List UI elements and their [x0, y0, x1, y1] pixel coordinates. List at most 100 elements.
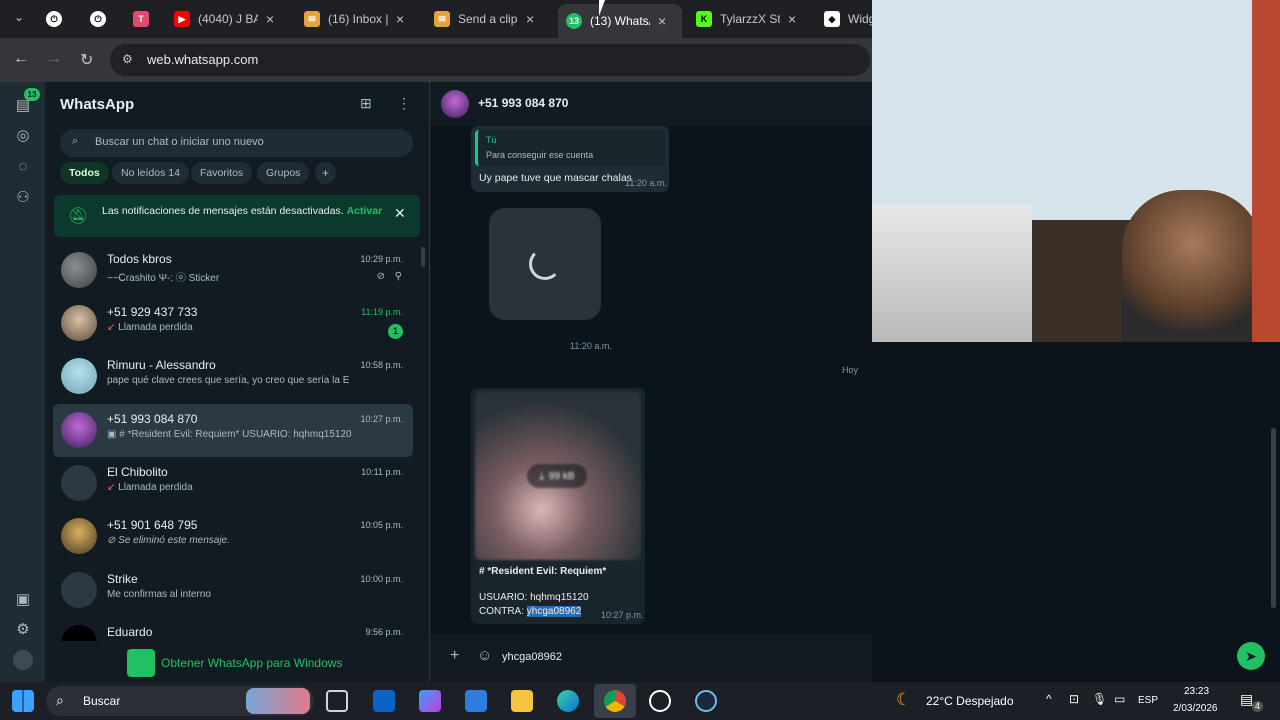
settings-icon[interactable]: ⚙	[13, 620, 33, 640]
chat-row[interactable]: +51 901 648 795 ⊘ Se eliminó este mensaj…	[53, 510, 413, 563]
close-icon[interactable]: ×	[266, 11, 274, 27]
channels-icon[interactable]: ◌	[13, 158, 33, 178]
windows-start-icon[interactable]	[12, 690, 34, 712]
close-icon[interactable]: ×	[658, 13, 666, 29]
store-icon[interactable]	[465, 690, 487, 712]
whatsapp-app: ▤ 13 ◎ ◌ ⚇ ▣ ⚙ WhatsApp ⊞ ⋮ ⌕ Buscar un …	[0, 82, 872, 682]
back-icon[interactable]: ←	[13, 50, 29, 68]
menu-icon[interactable]: ⋮	[397, 95, 411, 112]
microphone-icon[interactable]: 🎙︎	[1092, 692, 1107, 706]
tray-icon[interactable]: ⊡	[1069, 692, 1079, 706]
tab-send-clip[interactable]: ✉ Send a clip t ×	[434, 4, 554, 34]
avatar	[61, 465, 97, 501]
clock-time[interactable]: 23:23	[1184, 686, 1209, 697]
chevron-up-icon[interactable]: ^	[1046, 692, 1052, 706]
new-chat-icon[interactable]: ⊞	[360, 95, 372, 112]
task-view-icon[interactable]	[326, 690, 348, 712]
avatar	[61, 305, 97, 341]
clock-date[interactable]: 2/03/2026	[1173, 703, 1218, 714]
chat-row-selected[interactable]: +51 993 084 870 ▣ # *Resident Evil: Requ…	[53, 404, 413, 457]
chat-preview-text: Se eliminó este mensaje.	[118, 535, 230, 546]
gauge-app-icon[interactable]	[649, 690, 671, 712]
tab-widget[interactable]: ◆ Widg	[824, 4, 872, 34]
add-filter-button[interactable]: +	[315, 162, 337, 184]
activate-link[interactable]: Activar	[347, 205, 383, 217]
send-button[interactable]: ➤	[1237, 642, 1265, 670]
tab-whatsapp[interactable]: 13 (13) WhatsApp ×	[558, 4, 682, 38]
tab-youtube[interactable]: ▶ (4040) J BALVIN ×	[174, 4, 294, 34]
filter-favorites[interactable]: Favoritos	[191, 162, 253, 184]
status-icon[interactable]: ◎	[13, 126, 33, 146]
filter-all[interactable]: Todos	[60, 162, 109, 184]
attach-icon[interactable]: +	[450, 647, 459, 665]
chat-time: 9:56 p.m.	[365, 627, 403, 637]
message-time: 11:20 a.m.	[570, 341, 612, 351]
address-bar[interactable]: ⚙ web.whatsapp.com	[110, 44, 870, 76]
conversation-header[interactable]: +51 993 084 870	[431, 82, 872, 126]
tab-pinned-3[interactable]: T	[133, 4, 163, 34]
mail-icon: ✉	[434, 11, 450, 27]
quoted-message[interactable]: Tú Para conseguir ese cuenta	[475, 130, 665, 166]
chat-time: 10:00 p.m.	[360, 574, 403, 584]
chat-time: 10:27 p.m.	[360, 414, 403, 424]
download-button[interactable]: ⤓ 99 kB	[527, 464, 587, 488]
avatar	[441, 90, 469, 118]
chrome-taskbar-active[interactable]	[594, 684, 636, 718]
chat-row[interactable]: El Chibolito ↙ Llamada perdida 10:11 p.m…	[53, 457, 413, 510]
tab-inbox[interactable]: ✉ (16) Inbox | F ×	[304, 4, 424, 34]
close-icon[interactable]: ×	[526, 11, 534, 27]
message-bubble[interactable]: ⤓ 99 kB # *Resident Evil: Requiem* USUARI…	[471, 388, 645, 624]
loading-media[interactable]	[489, 208, 601, 320]
message-user: USUARIO: hqhmq15120	[479, 592, 589, 603]
reload-icon[interactable]: ↻	[80, 50, 93, 70]
pin-icon: ⚲	[394, 271, 402, 282]
tab-kick[interactable]: K TylarzzX Stre ×	[696, 4, 816, 34]
filter-unread[interactable]: No leídos 14	[112, 162, 189, 184]
tab-pinned-1[interactable]: ⏻	[46, 4, 66, 34]
avatar[interactable]	[13, 650, 33, 670]
pass-value-selected[interactable]: yhcga08962	[526, 606, 582, 617]
scrollbar[interactable]	[1271, 428, 1276, 608]
list-scrollbar[interactable]	[421, 247, 425, 267]
close-icon[interactable]: ✕	[394, 205, 406, 222]
search-input[interactable]: ⌕ Buscar un chat o iniciar uno nuevo	[60, 129, 413, 157]
get-app-label: Obtener WhatsApp para Windows	[161, 656, 343, 670]
tab-pinned-2[interactable]: ⏻	[90, 4, 110, 34]
communities-icon[interactable]: ⚇	[13, 188, 33, 208]
site-settings-icon[interactable]: ⚙	[122, 52, 133, 66]
widget-icon: ◆	[824, 11, 840, 27]
close-icon[interactable]: ×	[788, 11, 796, 27]
forward-icon[interactable]: →	[46, 50, 62, 68]
chat-row[interactable]: Todos kbros ~~Ꮯrashito Ψ-: ⓞ Sticker 10:…	[53, 244, 413, 297]
avatar	[61, 625, 97, 641]
weather-label[interactable]: 22°C Despejado	[926, 694, 1014, 708]
chat-row[interactable]: Strike Me confirmas al interno 10:00 p.m…	[53, 564, 413, 617]
bell-off-icon: 🔕︎	[68, 208, 89, 225]
app-title: WhatsApp	[60, 96, 135, 113]
chat-time: 10:11 p.m.	[361, 467, 403, 477]
edge-icon[interactable]	[557, 690, 579, 712]
taskbar-search[interactable]: ⌕ Buscar	[46, 686, 314, 716]
file-explorer-icon[interactable]	[511, 690, 533, 712]
url-text: web.whatsapp.com	[147, 52, 259, 67]
get-app-button[interactable]: Obtener WhatsApp para Windows	[127, 649, 342, 677]
emoji-icon[interactable]: ☺	[477, 647, 492, 664]
chat-row[interactable]: +51 929 437 733 ↙ Llamada perdida 11:19 …	[53, 297, 413, 350]
media-icon[interactable]: ▣	[13, 590, 33, 610]
chat-row[interactable]: Rimuru - Alessandro pape qué clave crees…	[53, 350, 413, 403]
outlook-icon[interactable]	[373, 690, 395, 712]
chat-row[interactable]: Eduardo 9:56 p.m.	[53, 617, 413, 641]
filter-groups[interactable]: Grupos	[257, 162, 310, 184]
copilot-icon[interactable]	[419, 690, 441, 712]
message-bubble[interactable]: Tú Para conseguir ese cuenta Uy pape tuv…	[471, 126, 669, 192]
message-input[interactable]: yhcga08962	[502, 651, 562, 663]
language-label[interactable]: ESP	[1138, 695, 1158, 706]
youtube-icon: ▶	[174, 11, 190, 27]
search-placeholder: Buscar un chat o iniciar uno nuevo	[95, 136, 264, 148]
blurred-image[interactable]: ⤓ 99 kB	[475, 392, 641, 560]
tab-search-button[interactable]: ⌄	[10, 10, 28, 28]
network-icon[interactable]: ▭	[1114, 692, 1125, 706]
steam-icon[interactable]	[695, 690, 717, 712]
chat-preview: ▣ # *Resident Evil: Requiem* USUARIO: hq…	[107, 429, 352, 440]
close-icon[interactable]: ×	[396, 11, 404, 27]
